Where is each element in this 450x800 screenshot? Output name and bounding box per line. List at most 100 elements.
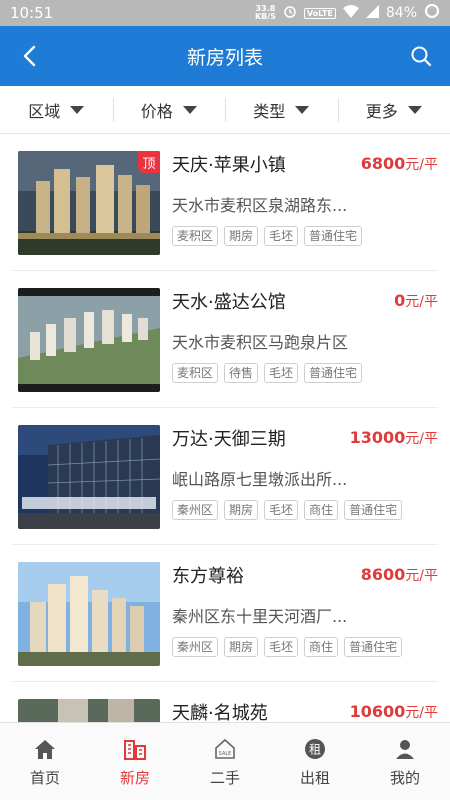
- nav-new-homes[interactable]: 新房: [90, 723, 180, 800]
- filter-type[interactable]: 类型: [225, 86, 338, 133]
- bottom-nav: 首页 新房 SALE 二手 租 出租 我的: [0, 722, 450, 800]
- tag: 毛坯: [264, 363, 299, 383]
- tag: 待售: [224, 363, 259, 383]
- nav-home[interactable]: 首页: [0, 723, 90, 800]
- filter-label: 区域: [28, 101, 61, 121]
- nav-label: 我的: [389, 769, 420, 787]
- listing-photo: [18, 699, 160, 722]
- app-header: 新房列表: [0, 26, 450, 86]
- filter-label: 更多: [365, 101, 398, 121]
- nav-label: 出租: [299, 769, 330, 787]
- tag: 商住: [304, 500, 339, 520]
- listing-tags: 秦州区 期房 毛坯 商住 普通住宅: [172, 637, 403, 657]
- caret-down-icon: [182, 105, 197, 114]
- caret-down-icon: [295, 105, 310, 114]
- listing-address: 岷山路原七里墩派出所...: [172, 470, 348, 489]
- tag: 毛坯: [264, 500, 299, 520]
- page-title: 新房列表: [186, 46, 263, 69]
- tag: 秦州区: [172, 637, 219, 657]
- listing-item[interactable]: 天麟·名城苑 10600元/平: [12, 682, 438, 722]
- volte-badge: VoLTE: [303, 7, 336, 19]
- listing-photo: [18, 288, 160, 392]
- listing-item[interactable]: 顶 天庆·苹果小镇 6800元/平 天水市麦积区泉湖路东... 麦积区 期房 毛…: [12, 134, 438, 271]
- listing-name: 天麟·名城苑: [172, 703, 268, 722]
- listing-name: 万达·天御三期: [172, 429, 286, 450]
- listing-price: 0元/平: [394, 291, 438, 311]
- listing-price: 6800元/平: [361, 154, 438, 174]
- listing-price: 10600元/平: [350, 702, 438, 722]
- listing-photo: 顶: [18, 151, 160, 255]
- tag: 普通住宅: [344, 637, 403, 657]
- battery-percent: 84%: [385, 5, 417, 21]
- back-arrow-icon: [23, 45, 36, 67]
- home-icon: [32, 737, 58, 761]
- listing-address: 秦州区东十里天河酒厂...: [172, 607, 348, 626]
- wifi-icon: [342, 4, 359, 22]
- listing-item[interactable]: 万达·天御三期 13000元/平 岷山路原七里墩派出所... 秦州区 期房 毛坯…: [12, 408, 438, 545]
- listing-photo: [18, 562, 160, 666]
- nav-rent[interactable]: 租 出租: [270, 723, 360, 800]
- listing-price: 8600元/平: [361, 565, 438, 585]
- tag: 毛坯: [264, 637, 299, 657]
- nav-label: 新房: [119, 769, 150, 787]
- filter-price[interactable]: 价格: [112, 86, 226, 133]
- nav-label: 二手: [209, 769, 240, 787]
- listing-item[interactable]: 天水·盛达公馆 0元/平 天水市麦积区马跑泉片区 麦积区 待售 毛坯 普通住宅: [12, 271, 438, 408]
- back-button[interactable]: [14, 41, 44, 71]
- nav-second-hand[interactable]: SALE 二手: [180, 723, 270, 800]
- price-value: 10600: [349, 702, 406, 721]
- listing-name: 天水·盛达公馆: [172, 292, 286, 313]
- caret-down-icon: [70, 105, 85, 114]
- nav-profile[interactable]: 我的: [360, 723, 450, 800]
- tag: 麦积区: [172, 363, 219, 383]
- tag: 普通住宅: [304, 226, 363, 246]
- svg-text:租: 租: [309, 743, 321, 757]
- listing-price: 13000元/平: [350, 428, 438, 448]
- battery-icon: [424, 3, 440, 23]
- alarm-icon: [283, 4, 297, 22]
- listing-name: 东方尊裕: [172, 566, 244, 587]
- search-icon: [411, 46, 432, 67]
- tag: 期房: [224, 226, 259, 246]
- listing-list: 顶 天庆·苹果小镇 6800元/平 天水市麦积区泉湖路东... 麦积区 期房 毛…: [0, 134, 450, 722]
- filter-label: 价格: [140, 101, 173, 121]
- tag: 商住: [304, 637, 339, 657]
- listing-address: 天水市麦积区泉湖路东...: [172, 196, 348, 215]
- price-unit: 元/平: [405, 431, 438, 447]
- tag: 期房: [224, 637, 259, 657]
- listing-address: 天水市麦积区马跑泉片区: [172, 333, 349, 352]
- price-unit: 元/平: [405, 568, 438, 584]
- tag: 期房: [224, 500, 259, 520]
- listing-name: 天庆·苹果小镇: [172, 155, 286, 176]
- price-unit: 元/平: [405, 157, 438, 173]
- tag: 毛坯: [264, 226, 299, 246]
- user-icon: [392, 737, 418, 761]
- price-unit: 元/平: [405, 705, 438, 721]
- status-icons: 33.8 KB/S VoLTE 84%: [255, 3, 440, 23]
- search-button[interactable]: [406, 41, 436, 71]
- tag: 麦积区: [172, 226, 219, 246]
- tag: 普通住宅: [344, 500, 403, 520]
- building-icon: [122, 737, 148, 761]
- tag: 普通住宅: [304, 363, 363, 383]
- caret-down-icon: [407, 105, 422, 114]
- rent-icon: 租: [302, 737, 328, 761]
- price-value: 13000: [349, 428, 406, 447]
- price-value: 8600: [360, 565, 406, 584]
- tag: 秦州区: [172, 500, 219, 520]
- price-value: 0: [394, 291, 406, 310]
- top-badge: 顶: [138, 151, 160, 173]
- filter-bar: 区域 价格 类型 更多: [0, 86, 450, 134]
- price-unit: 元/平: [405, 294, 438, 310]
- svg-text:SALE: SALE: [219, 751, 232, 757]
- network-speed-unit: KB/S: [254, 12, 276, 21]
- status-time: 10:51: [10, 4, 54, 22]
- listing-tags: 麦积区 待售 毛坯 普通住宅: [172, 363, 363, 383]
- filter-more[interactable]: 更多: [337, 86, 450, 133]
- listing-tags: 麦积区 期房 毛坯 普通住宅: [172, 226, 363, 246]
- signal-icon: [365, 4, 379, 22]
- price-value: 6800: [360, 154, 406, 173]
- listing-item[interactable]: 东方尊裕 8600元/平 秦州区东十里天河酒厂... 秦州区 期房 毛坯 商住 …: [12, 545, 438, 682]
- filter-region[interactable]: 区域: [0, 86, 113, 133]
- listing-tags: 秦州区 期房 毛坯 商住 普通住宅: [172, 500, 403, 520]
